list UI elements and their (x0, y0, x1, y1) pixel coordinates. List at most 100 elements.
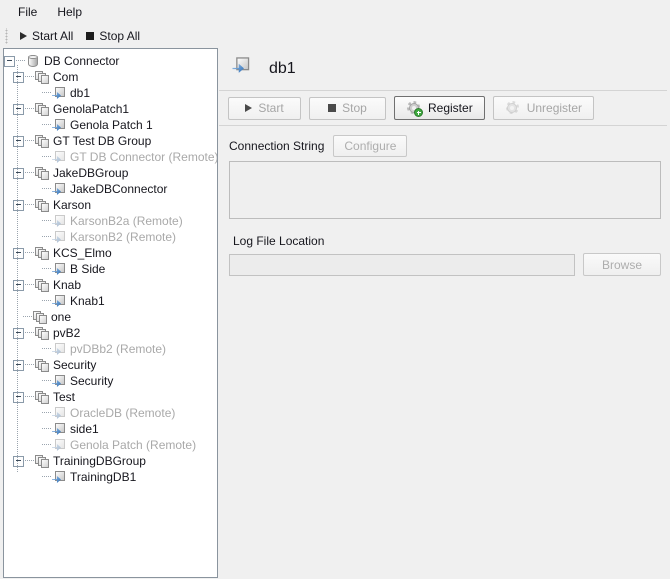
tree-item[interactable]: TrainingDB1 (4, 469, 217, 485)
log-file-location-input[interactable] (229, 254, 575, 276)
tree-item[interactable]: one (4, 309, 217, 325)
tree-indent (32, 213, 42, 229)
tree-item-label: GenolaPatch1 (53, 101, 129, 117)
group-icon (34, 133, 50, 149)
tree-indent (32, 117, 42, 133)
collapse-toggle-icon[interactable] (13, 248, 24, 259)
tree-item-label: DB Connector (44, 53, 119, 69)
configure-button[interactable]: Configure (333, 135, 407, 157)
tree-item[interactable]: GenolaPatch1 (4, 101, 217, 117)
tree-item[interactable]: GT Test DB Group (4, 133, 217, 149)
tree-indent (32, 373, 42, 389)
collapse-toggle-icon[interactable] (13, 200, 24, 211)
collapse-toggle-icon[interactable] (13, 168, 24, 179)
play-icon (245, 104, 252, 112)
group-icon (34, 453, 50, 469)
tree-item[interactable]: JakeDBConnector (4, 181, 217, 197)
connector-icon (51, 405, 67, 421)
tree-indent (4, 309, 13, 325)
collapse-toggle-icon[interactable] (13, 72, 24, 83)
tree-connector-line (25, 453, 34, 469)
tree-connector-line (42, 181, 51, 197)
tree-indent (4, 421, 32, 437)
register-button[interactable]: Register (394, 96, 485, 120)
tree-item[interactable]: KarsonB2a (Remote) (4, 213, 217, 229)
tree-indent (4, 357, 13, 373)
tree-indent (4, 101, 13, 117)
tree-item[interactable]: Karson (4, 197, 217, 213)
tree-item[interactable]: KCS_Elmo (4, 245, 217, 261)
tree-indent (4, 277, 13, 293)
tree-item[interactable]: Knab (4, 277, 217, 293)
connector-tree[interactable]: DB ConnectorComdb1GenolaPatch1Genola Pat… (4, 49, 217, 577)
tree-item[interactable]: Com (4, 69, 217, 85)
collapse-toggle-icon[interactable] (13, 104, 24, 115)
tree-indent (4, 325, 13, 341)
collapse-toggle-icon[interactable] (13, 360, 24, 371)
tree-item-label: pvB2 (53, 325, 80, 341)
stop-all-button[interactable]: Stop All (81, 26, 148, 46)
connector-icon (51, 261, 67, 277)
tree-connector-line (42, 373, 51, 389)
tree-item-label: GT Test DB Group (53, 133, 151, 149)
tree-item[interactable]: Knab1 (4, 293, 217, 309)
tree-connector-line (42, 261, 51, 277)
connector-icon (51, 469, 67, 485)
collapse-toggle-icon[interactable] (13, 136, 24, 147)
tree-connector-line (42, 229, 51, 245)
tree-item[interactable]: KarsonB2 (Remote) (4, 229, 217, 245)
tree-item[interactable]: pvB2 (4, 325, 217, 341)
tree-connector-line (42, 469, 51, 485)
tree-item[interactable]: side1 (4, 421, 217, 437)
tree-connector-line (25, 245, 34, 261)
collapse-toggle-icon[interactable] (13, 392, 24, 403)
connector-icon (51, 437, 67, 453)
group-icon (34, 197, 50, 213)
menu-bar: File Help (0, 0, 670, 24)
collapse-toggle-icon[interactable] (13, 456, 24, 467)
unregister-button-label: Unregister (527, 101, 582, 115)
tree-item[interactable]: GT DB Connector (Remote) (4, 149, 217, 165)
tree-item-label: TrainingDBGroup (53, 453, 146, 469)
tree-item[interactable]: pvDBb2 (Remote) (4, 341, 217, 357)
tree-item[interactable]: DB Connector (4, 53, 217, 69)
tree-item[interactable]: Genola Patch 1 (4, 117, 217, 133)
tree-item[interactable]: TrainingDBGroup (4, 453, 217, 469)
tree-item-label: TrainingDB1 (70, 469, 136, 485)
menu-item-file[interactable]: File (8, 2, 47, 22)
connector-icon (51, 229, 67, 245)
connection-string-input[interactable] (229, 161, 661, 219)
connector-icon (51, 149, 67, 165)
start-button[interactable]: Start (228, 97, 301, 120)
tree-connector-line (42, 405, 51, 421)
tree-item[interactable]: Genola Patch (Remote) (4, 437, 217, 453)
stop-button[interactable]: Stop (309, 97, 386, 120)
toolbar: Start All Stop All (0, 24, 670, 48)
start-all-button[interactable]: Start All (15, 26, 81, 46)
toolbar-grip-handle[interactable] (4, 28, 11, 44)
collapse-toggle-icon[interactable] (13, 280, 24, 291)
browse-button[interactable]: Browse (583, 253, 661, 276)
connector-icon (51, 117, 67, 133)
tree-indent (4, 261, 32, 277)
connection-string-row: Connection String Configure (229, 135, 667, 157)
tree-indent (4, 229, 32, 245)
tree-item-label: JakeDBGroup (53, 165, 128, 181)
collapse-toggle-icon[interactable] (13, 328, 24, 339)
tree-item[interactable]: Security (4, 373, 217, 389)
tree-item[interactable]: db1 (4, 85, 217, 101)
tree-item-label: side1 (70, 421, 99, 437)
collapse-toggle-icon[interactable] (4, 56, 15, 67)
tree-item[interactable]: Security (4, 357, 217, 373)
tree-item[interactable]: Test (4, 389, 217, 405)
tree-item[interactable]: OracleDB (Remote) (4, 405, 217, 421)
unregister-button[interactable]: Unregister (493, 96, 594, 120)
connector-tree-panel[interactable]: DB ConnectorComdb1GenolaPatch1Genola Pat… (3, 48, 218, 578)
tree-indent (4, 405, 32, 421)
tree-item[interactable]: B Side (4, 261, 217, 277)
menu-item-help[interactable]: Help (47, 2, 92, 22)
tree-connector-line (25, 165, 34, 181)
group-icon (34, 69, 50, 85)
connector-icon (51, 181, 67, 197)
tree-item[interactable]: JakeDBGroup (4, 165, 217, 181)
